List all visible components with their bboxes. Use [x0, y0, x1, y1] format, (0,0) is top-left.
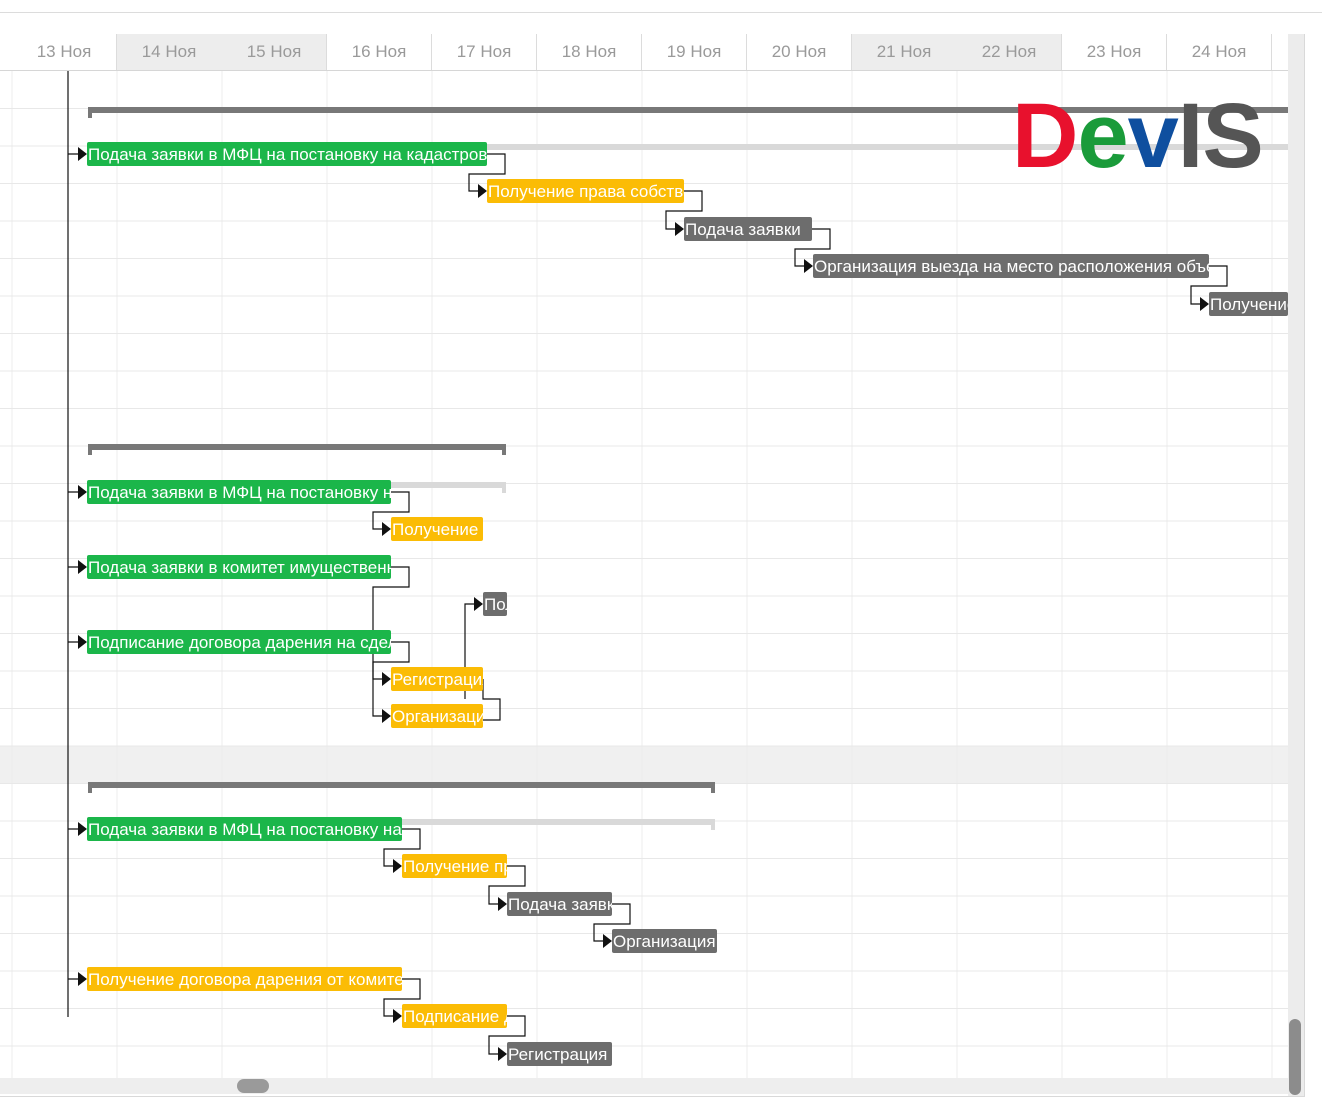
logo-letter: S: [1202, 85, 1263, 187]
dependency-arrow: [382, 709, 391, 723]
timeline-day-header: 17 Ноя: [432, 34, 537, 70]
timeline-day-header: 13 Ноя: [12, 34, 117, 70]
timeline-day-header: 22 Ноя: [957, 34, 1062, 70]
timeline-day-header: 23 Ноя: [1062, 34, 1167, 70]
dependency-arrow: [78, 972, 87, 986]
task-label: Регистрация права: [392, 670, 543, 689]
logo-letter: v: [1127, 85, 1179, 187]
devis-logo: DevIS: [1012, 85, 1264, 187]
dependency-arrow: [804, 259, 813, 273]
task-label: Регистрация права: [508, 1045, 659, 1064]
logo-letter: I: [1177, 85, 1204, 187]
summary-bar-cap: [88, 782, 92, 793]
timeline-day-header: 15 Ноя: [222, 34, 327, 70]
summary-bar-cap: [711, 819, 715, 830]
summary-bar-cap: [711, 782, 715, 793]
vertical-scroll-thumb[interactable]: [1289, 1019, 1301, 1095]
logo-letter: D: [1012, 85, 1078, 187]
summary-bar-cap: [502, 482, 506, 493]
dependency-arrow: [382, 672, 391, 686]
dependency-arrow: [78, 147, 87, 161]
summary-bar[interactable]: [88, 444, 506, 450]
gantt-body[interactable]: Подача заявки в МФЦ на постановку на кад…: [0, 71, 1288, 1079]
dependency-arrow: [78, 822, 87, 836]
horizontal-scroll-thumb[interactable]: [237, 1079, 269, 1093]
task-label: Получение договора дарения от комитета: [88, 970, 421, 989]
timeline-day-header: 14 Ноя: [117, 34, 222, 70]
task-label: Организация выезда на место расположения…: [814, 257, 1241, 276]
dependency-arrow: [78, 635, 87, 649]
logo-letter: e: [1077, 85, 1128, 187]
task-label: Организация выезда: [613, 932, 778, 951]
vertical-scrollbar[interactable]: [1288, 34, 1304, 1096]
timeline-day-header: 19 Ноя: [642, 34, 747, 70]
task-label: Подача заявки: [685, 220, 801, 239]
dependency-arrow: [393, 1009, 402, 1023]
task-label: Получение права собственности: [488, 182, 747, 201]
timeline-day-header: 18 Ноя: [537, 34, 642, 70]
timeline-header: 13 Ноя 14 Ноя 15 Ноя 16 Ноя 17 Ноя 18 Ноя 19 Н…: [0, 34, 1288, 71]
task-label: Подача заявки в комитет имущественных от…: [88, 558, 509, 577]
dependency-arrow: [675, 222, 684, 236]
dependency-arrow: [478, 184, 487, 198]
task-label: Подписание договора: [403, 1007, 576, 1026]
timeline-day-header: 21 Ноя: [852, 34, 957, 70]
task-label: Подписание договора дарения на сделку: [88, 633, 414, 652]
dependency-arrow: [603, 934, 612, 948]
summary-bar-cap: [88, 107, 92, 118]
dependency-arrow: [78, 560, 87, 574]
task-label: Организация выезда: [392, 707, 557, 726]
dependency-arrow: [474, 597, 483, 611]
timeline-day-header: 20 Ноя: [747, 34, 852, 70]
horizontal-scrollbar[interactable]: [0, 1078, 1288, 1094]
task-label: Получение: [484, 595, 570, 614]
dependency-arrow: [1200, 297, 1209, 311]
task-label: Получение: [1210, 295, 1288, 314]
dependency-link: [482, 679, 501, 721]
task-label: Подача заявки в МФЦ на постановку на кад…: [88, 145, 548, 164]
task-label: Получение права собственности: [392, 520, 651, 539]
task-label: Получение права собственности: [403, 857, 662, 876]
timeline-day-header: 16 Ноя: [327, 34, 432, 70]
gantt-chart[interactable]: 13 Ноя 14 Ноя 15 Ноя 16 Ноя 17 Ноя 18 Ноя 19 Н…: [0, 34, 1305, 1097]
summary-bar-cap: [502, 444, 506, 455]
dependency-arrow: [78, 485, 87, 499]
dependency-arrow: [393, 859, 402, 873]
summary-bar-cap: [88, 444, 92, 455]
selected-row-highlight: [0, 746, 1288, 784]
summary-bar[interactable]: [88, 782, 715, 788]
top-divider: [0, 12, 1322, 13]
dependency-arrow: [498, 1047, 507, 1061]
dependency-arrow: [382, 522, 391, 536]
timeline-day-header: 24 Ноя: [1167, 34, 1272, 70]
dependency-arrow: [498, 897, 507, 911]
task-label: Подача заявки: [508, 895, 624, 914]
